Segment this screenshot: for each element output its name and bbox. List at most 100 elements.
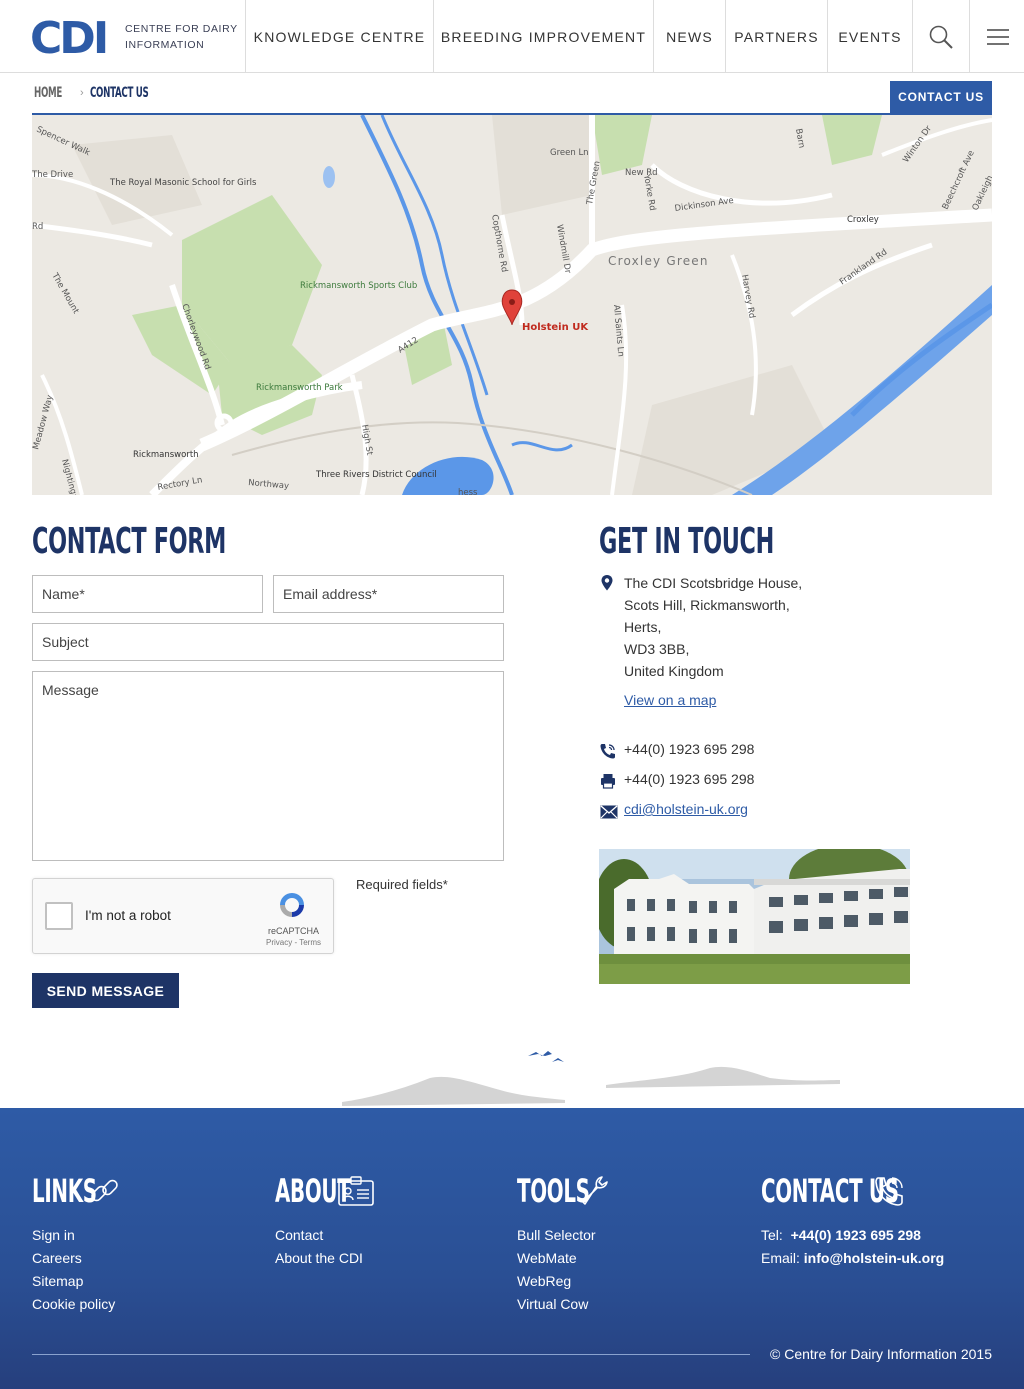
breadcrumb-bar: HOME › CONTACT US CONTACT US: [32, 73, 992, 115]
svg-text:Rickmansworth Park: Rickmansworth Park: [256, 383, 343, 393]
nav-label: BREEDING IMPROVEMENT: [440, 28, 647, 45]
address-block: The CDI Scotsbridge House, Scots Hill, R…: [624, 572, 802, 711]
footer-contact-column: CONTACT US Tel: +44(0) 1923 695 298 Emai…: [761, 1170, 944, 1270]
footer-links-column: LINKS Sign in Careers Sitemap Cookie pol…: [32, 1170, 122, 1316]
main-nav: KNOWLEDGE CENTRE BREEDING IMPROVEMENT NE…: [245, 0, 1024, 73]
phone-icon: [600, 744, 615, 759]
svg-text:Beechcroft Ave: Beechcroft Ave: [941, 149, 977, 211]
footer-tools-title: TOOLS: [517, 1172, 590, 1210]
svg-text:Three Rivers District Council: Three Rivers District Council: [315, 470, 437, 480]
svg-text:Barn: Barn: [793, 128, 806, 149]
footer-link-careers[interactable]: Careers: [32, 1247, 122, 1270]
location-map[interactable]: Croxley Green Rickmansworth Sports Club …: [32, 115, 992, 495]
footer-copyright: © Centre for Dairy Information 2015: [770, 1346, 992, 1362]
name-placeholder: Name*: [42, 586, 85, 602]
svg-text:Croxley Green: Croxley Green: [608, 254, 709, 268]
nav-label: KNOWLEDGE CENTRE: [253, 28, 426, 45]
send-message-button[interactable]: SEND MESSAGE: [32, 973, 179, 1008]
logo-text: CENTRE FOR DAIRY INFORMATION: [125, 21, 238, 53]
menu-button[interactable]: [969, 0, 1024, 73]
footer-link-bull-selector[interactable]: Bull Selector: [517, 1224, 613, 1247]
recaptcha-terms[interactable]: Privacy - Terms: [266, 937, 321, 949]
svg-text:High St: High St: [359, 424, 374, 457]
footer-link-sign-in[interactable]: Sign in: [32, 1224, 122, 1247]
svg-text:Spencer Walk: Spencer Walk: [35, 125, 92, 159]
footer-link-cookie-policy[interactable]: Cookie policy: [32, 1293, 122, 1316]
address-line: WD3 3BB,: [624, 641, 690, 657]
breadcrumb-home[interactable]: HOME: [34, 85, 62, 101]
recaptcha-brand: reCAPTCHA Privacy - Terms: [266, 926, 321, 949]
svg-text:Meadow Way: Meadow Way: [32, 394, 55, 451]
footer-tel[interactable]: +44(0) 1923 695 298: [791, 1227, 921, 1243]
recaptcha-widget: I'm not a robot reCAPTCHA Privacy - Term…: [32, 878, 334, 954]
nav-label: PARTNERS: [734, 28, 819, 45]
svg-text:Dickinson Ave: Dickinson Ave: [674, 196, 734, 214]
email-field[interactable]: Email address*: [273, 575, 504, 613]
logo-line-1: CENTRE FOR DAIRY: [125, 23, 238, 35]
svg-text:Frankland Rd: Frankland Rd: [838, 247, 889, 287]
nav-knowledge-centre[interactable]: KNOWLEDGE CENTRE: [245, 0, 433, 73]
footer-links-list: Sign in Careers Sitemap Cookie policy: [32, 1224, 122, 1316]
breadcrumb-current: CONTACT US: [89, 85, 149, 101]
footer-tools-column: TOOLS Bull Selector WebMate WebReg Virtu…: [517, 1170, 613, 1316]
svg-text:Rd: Rd: [32, 222, 43, 232]
contact-us-button[interactable]: CONTACT US: [890, 81, 992, 113]
svg-text:Harvey Rd: Harvey Rd: [739, 274, 757, 319]
footer-email-label: Email:: [761, 1250, 800, 1266]
footer-link-contact[interactable]: Contact: [275, 1224, 375, 1247]
footer-about-column: ABOUT Contact About the CDI: [275, 1170, 375, 1270]
nav-label: EVENTS: [838, 28, 902, 45]
footer-links-title: LINKS: [32, 1172, 97, 1210]
phone-number[interactable]: +44(0) 1923 695 298: [624, 741, 754, 757]
footer-contact-list: Tel: +44(0) 1923 695 298 Email: info@hol…: [761, 1224, 944, 1270]
svg-text:Rickmansworth Sports Club: Rickmansworth Sports Club: [300, 281, 417, 291]
svg-text:The Drive: The Drive: [32, 170, 73, 180]
svg-text:Northway: Northway: [248, 478, 290, 492]
view-on-map-link[interactable]: View on a map: [624, 692, 716, 708]
get-in-touch-title: GET IN TOUCH: [599, 521, 774, 562]
address-line: Scots Hill, Rickmansworth,: [624, 597, 790, 613]
address-line: Herts,: [624, 619, 662, 635]
footer-about-list: Contact About the CDI: [275, 1224, 375, 1270]
footer-link-sitemap[interactable]: Sitemap: [32, 1270, 122, 1293]
location-pin-icon: [601, 575, 613, 591]
hamburger-icon: [987, 28, 1009, 45]
nav-news[interactable]: NEWS: [653, 0, 725, 73]
search-icon: [929, 25, 953, 49]
svg-text:hess: hess: [458, 488, 478, 495]
email-placeholder: Email address*: [283, 586, 378, 602]
name-field[interactable]: Name*: [32, 575, 263, 613]
svg-text:The Royal Masonic School for G: The Royal Masonic School for Girls: [109, 178, 257, 188]
cdi-logo[interactable]: CDI CENTRE FOR DAIRY INFORMATION: [30, 16, 245, 56]
cdi-logo-mark: CDI: [30, 16, 109, 56]
svg-text:CDI: CDI: [30, 16, 106, 56]
footer-contact-title: CONTACT US: [761, 1172, 899, 1210]
nav-breeding-improvement[interactable]: BREEDING IMPROVEMENT: [433, 0, 653, 73]
footer-tel-label: Tel:: [761, 1227, 783, 1243]
svg-text:The Mount: The Mount: [49, 271, 81, 317]
svg-text:Croxley: Croxley: [847, 215, 879, 225]
footer-link-webreg[interactable]: WebReg: [517, 1270, 613, 1293]
svg-text:Green Ln: Green Ln: [550, 148, 589, 158]
svg-text:Windmill Dr: Windmill Dr: [554, 224, 573, 275]
subject-field[interactable]: Subject: [32, 623, 504, 661]
logo-line-2: INFORMATION: [125, 39, 205, 51]
site-header: CDI CENTRE FOR DAIRY INFORMATION KNOWLED…: [0, 0, 1024, 73]
email-link[interactable]: cdi@holstein-uk.org: [624, 801, 748, 817]
nav-partners[interactable]: PARTNERS: [725, 0, 827, 73]
recaptcha-label: I'm not a robot: [85, 908, 171, 923]
address-line: United Kingdom: [624, 663, 724, 679]
footer-link-webmate[interactable]: WebMate: [517, 1247, 613, 1270]
footer-link-about-cdi[interactable]: About the CDI: [275, 1247, 375, 1270]
nav-events[interactable]: EVENTS: [827, 0, 912, 73]
footer-divider: [32, 1354, 750, 1355]
footer-link-virtual-cow[interactable]: Virtual Cow: [517, 1293, 613, 1316]
recaptcha-icon: [280, 893, 304, 917]
search-button[interactable]: [912, 0, 969, 73]
footer-email[interactable]: info@holstein-uk.org: [804, 1250, 944, 1266]
message-field[interactable]: Message: [32, 671, 504, 861]
recaptcha-checkbox[interactable]: [45, 902, 73, 930]
address-line: The CDI Scotsbridge House,: [624, 575, 803, 591]
subject-placeholder: Subject: [42, 634, 89, 650]
breadcrumb: HOME › CONTACT US: [34, 85, 184, 101]
